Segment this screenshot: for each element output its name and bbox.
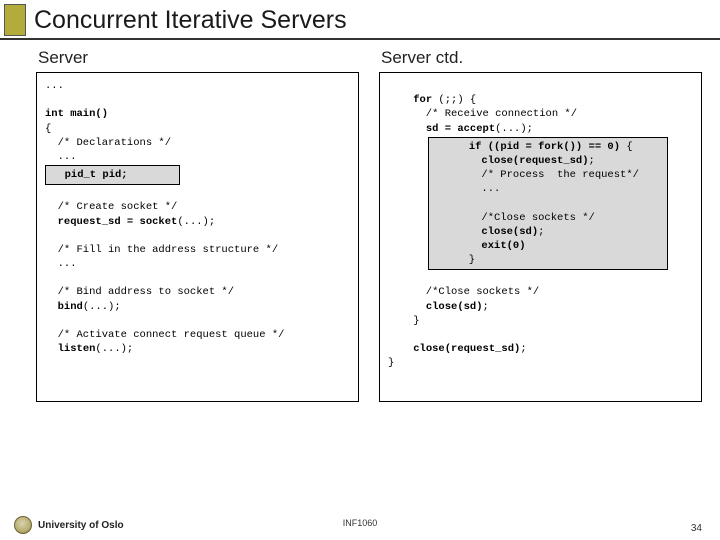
footer-left: University of Oslo xyxy=(14,516,124,534)
code-line: { xyxy=(45,123,51,135)
left-header: Server xyxy=(36,48,359,68)
university-seal-icon xyxy=(14,516,32,534)
right-column: Server ctd. for (;;) { /* Receive connec… xyxy=(379,48,702,402)
highlight-fork-block: if ((pid = fork()) == 0) { close(request… xyxy=(428,137,668,271)
footer: University of Oslo INF1060 34 xyxy=(0,516,720,534)
code-line: request_sd = socket(...); xyxy=(45,216,215,228)
code-line: listen(...); xyxy=(45,343,133,355)
code-line: /* Create socket */ xyxy=(45,201,177,213)
university-name: University of Oslo xyxy=(38,520,124,531)
code-line: close(sd); xyxy=(388,301,489,313)
code-line: /* Bind address to socket */ xyxy=(45,286,234,298)
code-line: exit(0) xyxy=(431,240,526,252)
code-line: } xyxy=(388,315,420,327)
code-line: /* Declarations */ xyxy=(45,137,171,149)
code-line: /*Close sockets */ xyxy=(431,212,595,224)
code-kw: pid_t pid; xyxy=(52,169,128,181)
code-line: sd = accept(...); xyxy=(388,123,533,135)
code-line: /* Activate connect request queue */ xyxy=(45,329,284,341)
left-column: Server ... int main() { /* Declarations … xyxy=(36,48,359,402)
course-code: INF1060 xyxy=(343,518,378,528)
code-line: ... xyxy=(45,258,77,270)
page-number: 34 xyxy=(691,523,702,534)
code-line: close(request_sd); xyxy=(431,155,595,167)
right-header: Server ctd. xyxy=(379,48,702,68)
title-bar: Concurrent Iterative Servers xyxy=(0,0,720,40)
code-line: /* Process the request*/ xyxy=(431,169,639,181)
code-line: bind(...); xyxy=(45,301,121,313)
code-line: if ((pid = fork()) == 0) { xyxy=(431,141,633,153)
code-line: /*Close sockets */ xyxy=(388,286,539,298)
title-accent-chip xyxy=(4,4,26,36)
code-line: /* Receive connection */ xyxy=(388,108,577,120)
code-line: int main() xyxy=(45,108,108,120)
code-line: for (;;) { xyxy=(388,94,476,106)
left-code-box: ... int main() { /* Declarations */ ... … xyxy=(36,72,359,402)
code-line: close(sd); xyxy=(431,226,544,238)
content-area: Server ... int main() { /* Declarations … xyxy=(0,40,720,402)
right-code-box: for (;;) { /* Receive connection */ sd =… xyxy=(379,72,702,402)
code-line: close(request_sd); xyxy=(388,343,527,355)
code-line: } xyxy=(388,357,394,369)
code-line: ... xyxy=(45,151,77,163)
code-kw: int main() xyxy=(45,108,108,120)
slide-title: Concurrent Iterative Servers xyxy=(34,6,347,35)
code-line: } xyxy=(431,254,475,266)
highlight-pid-decl: pid_t pid; xyxy=(45,165,180,185)
code-line: ... xyxy=(45,80,64,92)
code-line: ... xyxy=(431,183,500,195)
code-line: /* Fill in the address structure */ xyxy=(45,244,278,256)
